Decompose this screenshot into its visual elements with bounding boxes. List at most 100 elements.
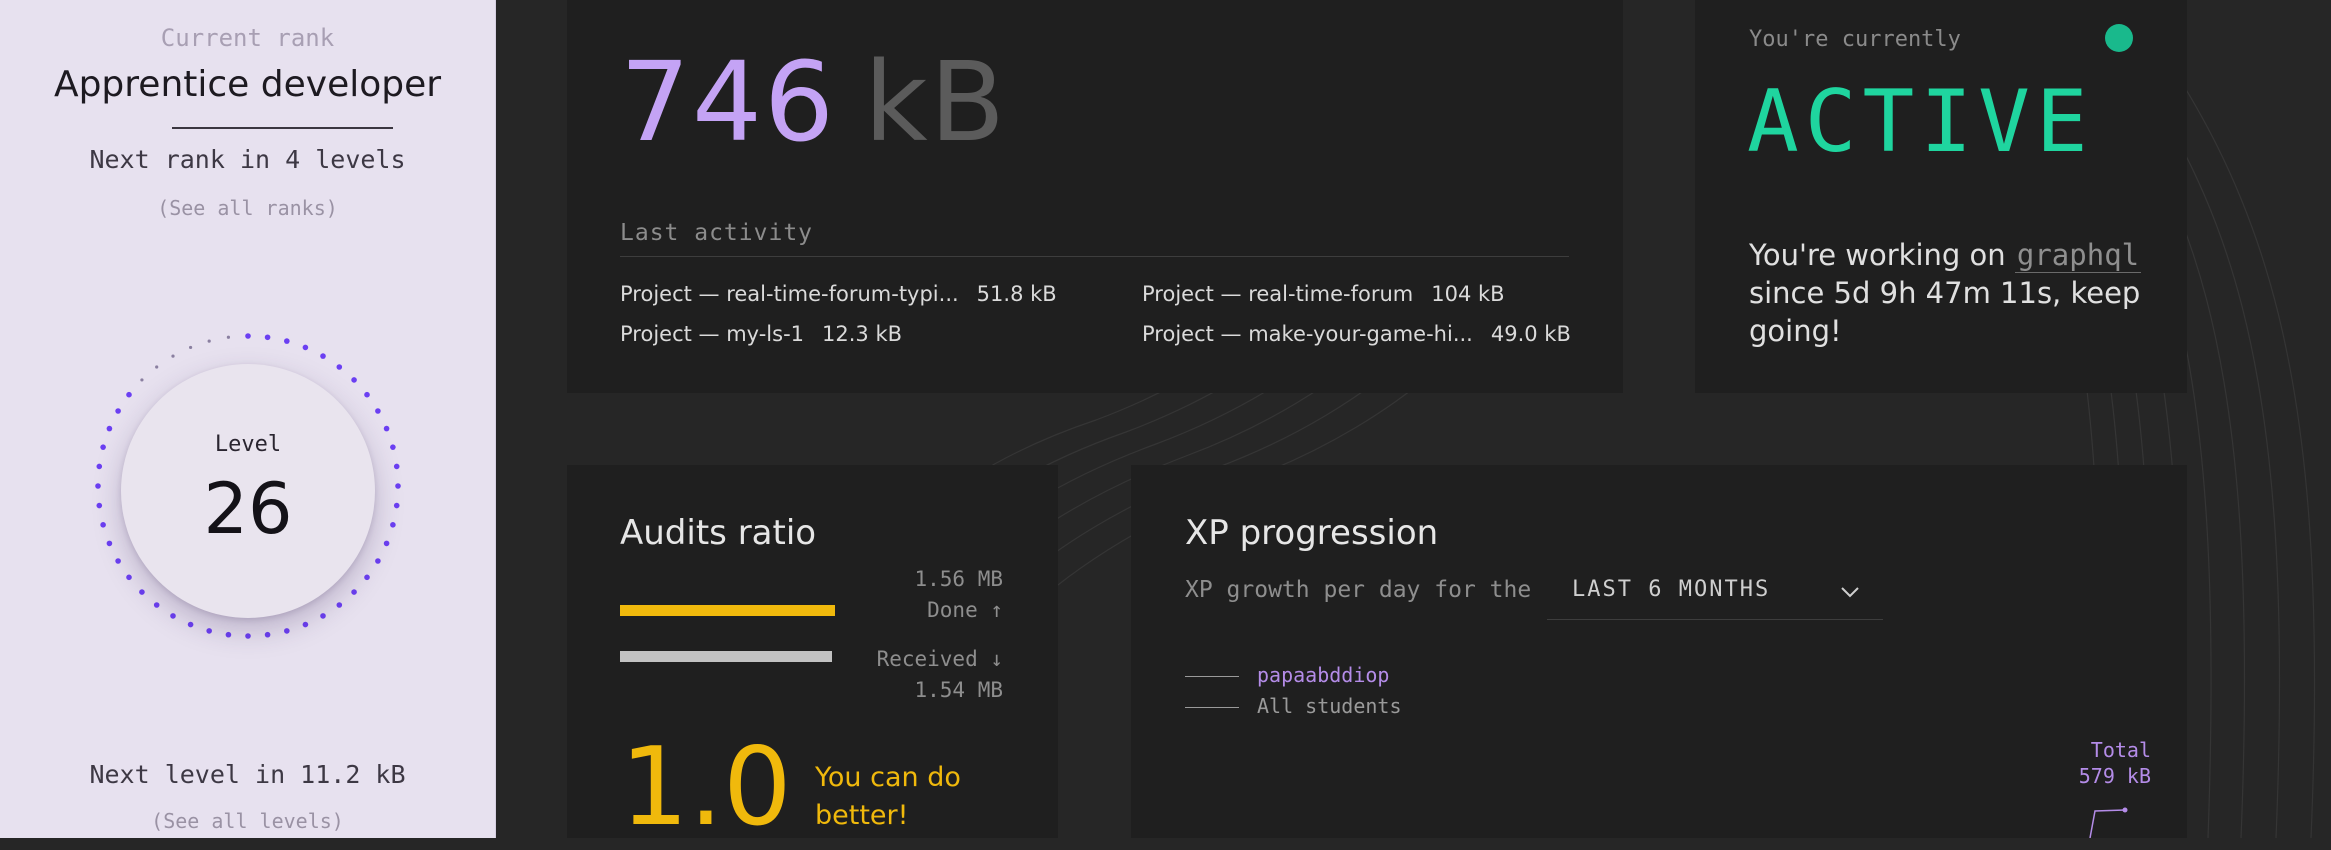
level-progress-dot	[155, 365, 159, 369]
see-all-levels-link[interactable]: (See all levels)	[0, 809, 495, 833]
period-selected-value: LAST 6 MONTHS	[1572, 577, 1771, 602]
xp-progression-subtitle: XP growth per day for the	[1185, 577, 1532, 603]
status-value: ACTIVE	[1747, 72, 2094, 172]
rank-name: Apprentice developer	[53, 64, 442, 105]
current-project-link[interactable]: graphql	[2014, 238, 2142, 273]
level-progress-dot	[226, 335, 231, 339]
level-progress-dot	[140, 378, 144, 382]
xp-unit: kB	[863, 38, 1008, 166]
level-progress-dot	[139, 589, 145, 595]
status-label: You're currently	[1749, 27, 1961, 52]
level-progress-dot	[95, 483, 101, 489]
xp-amount: 746 kB	[620, 38, 1007, 166]
activity-item[interactable]: Project — real-time-forum-typi... 51.8 kB	[620, 282, 1057, 306]
legend-item-user: papaabddiop	[1185, 663, 1389, 687]
activity-size: 12.3 kB	[822, 322, 903, 346]
activity-item[interactable]: Project — make-your-game-hi... 49.0 kB	[1142, 322, 1571, 346]
level-progress-dot	[100, 522, 106, 528]
level-progress-dot	[153, 602, 160, 608]
level-progress-dot	[245, 633, 251, 639]
xp-number: 746	[620, 38, 836, 166]
activity-label: Project — make-your-game-hi...	[1142, 322, 1473, 346]
legend-line	[1185, 707, 1239, 708]
xp-progression-card: XP progression XP growth per day for the…	[1131, 465, 2187, 838]
activity-label: Project — real-time-forum	[1142, 282, 1414, 306]
level-progress-dot	[126, 391, 132, 398]
level-progress-dot	[96, 463, 103, 470]
level-progress-dot	[106, 540, 113, 547]
level-value: 26	[203, 468, 293, 550]
xp-progression-line	[2089, 807, 2128, 838]
level-progress-dot	[383, 425, 390, 432]
activity-size: 104 kB	[1431, 282, 1505, 306]
level-progress-dot	[284, 628, 290, 634]
audits-ratio-value: 1.0	[620, 725, 792, 850]
level-progress-dot	[284, 338, 290, 344]
level-progress-dot	[115, 408, 121, 414]
level-progress-dot	[364, 391, 370, 398]
last-activity-title: Last activity	[620, 220, 814, 246]
level-progress-dot	[170, 613, 176, 619]
activity-item[interactable]: Project — real-time-forum 104 kB	[1142, 282, 1505, 306]
legend-label: papaabddiop	[1257, 663, 1390, 687]
period-select[interactable]: LAST 6 MONTHS	[1547, 563, 1883, 620]
audits-received-label: Received ↓	[876, 647, 1003, 671]
level-progress-dot	[187, 621, 194, 628]
level-progress-dot	[320, 353, 326, 359]
level-progress-dot	[302, 344, 309, 351]
xp-card: 746 kB Last activity Project — real-time-…	[567, 0, 1623, 393]
level-progress-dot	[351, 589, 357, 595]
legend-line	[1185, 676, 1239, 677]
working-prefix: You're working on	[1749, 238, 2006, 272]
xp-progression-title: XP progression	[1185, 513, 1439, 553]
level-progress-dot	[225, 631, 232, 638]
audits-received-bar	[620, 651, 832, 662]
see-all-ranks-link[interactable]: (See all ranks)	[0, 196, 495, 220]
level-progress-dot	[336, 602, 343, 608]
level-progress-dot	[393, 463, 400, 470]
sidebar: Current rank Apprentice developer Next r…	[0, 0, 496, 838]
chevron-down-icon	[1841, 587, 1859, 598]
level-progress-dot	[126, 574, 132, 581]
level-progress-dot	[336, 364, 343, 370]
audits-card: Audits ratio 1.56 MB Done ↑ Received ↓ 1…	[567, 465, 1058, 850]
last-activity-divider	[620, 256, 1569, 257]
level-progress-dot	[375, 408, 381, 414]
activity-label: Project — real-time-forum-typi...	[620, 282, 959, 306]
status-card: You're currently ACTIVE You're working o…	[1695, 0, 2187, 393]
level-progress-dot	[115, 558, 121, 564]
level-progress-dot	[390, 444, 396, 450]
level-progress-dot	[264, 631, 271, 638]
current-rank-label: Current rank	[160, 24, 335, 52]
audits-done-amount: 1.56 MB	[914, 567, 1003, 591]
next-level-text: Next level in 11.2 kB	[89, 760, 406, 789]
audits-received-amount: 1.54 MB	[914, 678, 1003, 702]
level-progress-dot	[351, 377, 357, 383]
legend-item-all-students: All students	[1185, 694, 1402, 718]
level-progress-dot	[395, 483, 401, 489]
status-indicator-dot	[2105, 24, 2133, 52]
activity-item[interactable]: Project — my-ls-1 12.3 kB	[620, 322, 902, 346]
level-label: Level	[214, 432, 282, 457]
level-progress-dot	[206, 628, 212, 634]
next-rank-text: Next rank in 4 levels	[89, 145, 406, 174]
level-progress-dot	[383, 540, 390, 547]
xp-total-value: 579 kB	[2078, 764, 2151, 788]
audits-done-bar	[620, 605, 835, 616]
level-knob: Level 26	[121, 364, 375, 618]
level-progress-dot	[320, 613, 326, 619]
audits-title: Audits ratio	[620, 513, 817, 553]
activity-size: 49.0 kB	[1490, 322, 1571, 346]
level-progress-dot	[96, 502, 103, 509]
activity-label: Project — my-ls-1	[620, 322, 805, 346]
level-progress-dot	[100, 444, 106, 450]
level-progress-dot	[375, 558, 381, 564]
audits-done-label: Done ↑	[927, 598, 1003, 622]
level-progress-dot	[189, 345, 193, 350]
level-progress-dot	[364, 574, 370, 581]
xp-total-label: Total	[2090, 738, 2151, 762]
level-progress-dot	[393, 502, 400, 509]
level-progress-dot	[245, 333, 251, 339]
legend-label: All students	[1257, 694, 1402, 718]
working-text: You're working on graphql since 5d 9h 47…	[1749, 236, 2169, 350]
